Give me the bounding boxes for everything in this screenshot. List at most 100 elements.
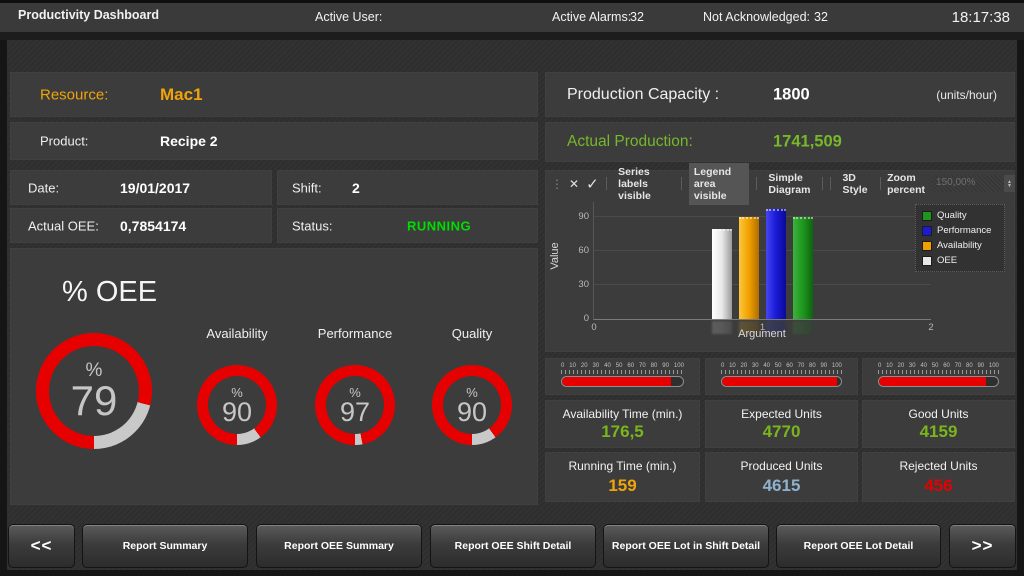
- zoom-percent-label: Zoom percent: [887, 171, 926, 196]
- tile-label: Availability Time (min.): [562, 407, 683, 421]
- gauge-tick-label: 60: [786, 363, 793, 369]
- tile-label: Rejected Units: [899, 459, 978, 473]
- gauge-tick-marks: [878, 370, 999, 374]
- legend-label: Quality: [937, 210, 967, 221]
- product-label: Product:: [40, 133, 89, 149]
- gauge-tick-label: 80: [809, 363, 816, 369]
- chart-legend: Quality Performance Availability OEE: [915, 204, 1005, 272]
- toolbar-separator: [605, 177, 607, 190]
- product-value: Recipe 2: [160, 133, 218, 149]
- tile-value: 456: [924, 476, 953, 495]
- close-icon[interactable]: ✕: [569, 177, 579, 191]
- gauge-tick-label: 60: [627, 363, 635, 369]
- gauge-tick-label: 90: [662, 363, 669, 369]
- active-alarms-value: 32: [630, 10, 644, 24]
- availability-donut-value: 90: [221, 396, 253, 427]
- production-label: Actual Production:: [567, 133, 693, 150]
- simple-diagram-toggle[interactable]: Simple Diagram: [763, 169, 815, 199]
- check-icon[interactable]: ✓: [586, 175, 599, 193]
- zoom-percent-control: 150,00% ▲ ▼: [932, 175, 1016, 192]
- gauge-tick-label: 50: [931, 363, 939, 369]
- clock: 18:17:38: [951, 9, 1010, 26]
- toolbar-separator: [822, 177, 823, 190]
- gauge-tick-label: 60: [943, 363, 950, 369]
- legend-swatch-icon: [922, 210, 932, 221]
- zoom-percent-input[interactable]: 150,00%: [932, 175, 1005, 192]
- tile-value: 176,5: [601, 422, 644, 441]
- gauge-scale-labels: 0 10 20 30 40 50 60 70 80 90 100: [561, 363, 684, 369]
- gauge-tick-label: 70: [954, 363, 962, 369]
- report-oee-lot-detail-button[interactable]: Report OEE Lot Detail: [776, 524, 941, 568]
- gridline: [594, 215, 931, 217]
- legend-swatch-icon: [922, 225, 932, 236]
- gauge-tick-label: 100: [831, 363, 842, 369]
- bar-performance: [766, 208, 786, 334]
- quality-gauge-label: Quality: [451, 326, 493, 341]
- gauge-tick-label: 70: [639, 363, 646, 369]
- date-panel: Date: 19/01/2017: [10, 170, 272, 205]
- tile-label: Good Units: [908, 407, 969, 421]
- legend-swatch-icon: [922, 240, 932, 251]
- bar-oee: [712, 229, 732, 334]
- gauge-tick-label: 90: [977, 363, 985, 369]
- chart-panel: ⋮ ✕ ✓ Series labels visible Legend area …: [545, 162, 1016, 352]
- page-next-button[interactable]: >>: [949, 524, 1016, 568]
- productivity-dashboard: Productivity Dashboard Active User: Acti…: [0, 0, 1024, 576]
- gauge-tick-label: 20: [580, 363, 588, 369]
- 3d-style-toggle[interactable]: 3D Style: [837, 169, 872, 199]
- toolbar-separator: [681, 177, 682, 190]
- not-acknowledged-value: 32: [814, 10, 828, 24]
- gauge-tick-label: 50: [774, 363, 782, 369]
- oee-donut-gauge: % 79: [36, 333, 152, 449]
- status-label: Status:: [292, 218, 333, 233]
- gauge-tick-marks: [721, 370, 842, 374]
- shift-label: Shift:: [292, 180, 322, 195]
- oee-donut-center: % 79: [49, 346, 139, 436]
- gauge-tick-label: 80: [966, 363, 973, 369]
- gauge-track: [721, 376, 842, 387]
- gridline: [594, 249, 931, 251]
- gauge-tick-label: 80: [650, 363, 658, 369]
- gauge-tick-label: 0: [878, 363, 882, 369]
- app-title: Productivity Dashboard: [18, 8, 159, 22]
- zoom-spinner[interactable]: ▲ ▼: [1004, 175, 1016, 192]
- gauge-tick-label: 30: [751, 363, 759, 369]
- gauge-tick-label: 70: [797, 363, 805, 369]
- gauge-tick-label: 40: [763, 363, 771, 369]
- actual-oee-value: 0,7854174: [120, 217, 187, 234]
- legend-swatch-icon: [922, 255, 932, 266]
- chart-toolbar: ⋮ ✕ ✓ Series labels visible Legend area …: [551, 162, 1016, 205]
- oee-donut-value: 79: [70, 377, 118, 424]
- actual-oee-panel: Actual OEE: 0,7854174: [10, 208, 272, 243]
- gauge-tick-label: 100: [988, 363, 999, 369]
- report-summary-button[interactable]: Report Summary: [82, 524, 248, 568]
- gauge-tick-label: 90: [820, 363, 828, 369]
- x-axis-title: Argument: [738, 328, 786, 340]
- report-oee-shift-detail-button[interactable]: Report OEE Shift Detail: [430, 524, 596, 568]
- production-value: 1741,509: [773, 132, 842, 151]
- page-previous-button[interactable]: <<: [8, 524, 75, 568]
- gauge-tick-label: 0: [561, 363, 565, 369]
- availability-gauge-label: Availability: [206, 326, 268, 341]
- legend-area-toggle[interactable]: Legend area visible: [688, 162, 749, 205]
- report-oee-lot-in-shift-detail-button[interactable]: Report OEE Lot in Shift Detail: [603, 524, 769, 568]
- gauge-tick-label: 10: [886, 363, 893, 369]
- not-acknowledged-label: Not Acknowledged:: [703, 10, 811, 24]
- date-label: Date:: [28, 180, 60, 195]
- drag-handle-icon[interactable]: ⋮: [551, 177, 563, 191]
- gauge-tick-label: 30: [592, 363, 600, 369]
- series-labels-toggle[interactable]: Series labels visible: [613, 163, 674, 205]
- tile-value: 159: [608, 476, 637, 495]
- performance-gauge-label: Performance: [317, 326, 393, 341]
- toolbar-separator: [879, 177, 881, 190]
- product-panel: Product: Recipe 2: [10, 122, 538, 160]
- gauge-fill: [562, 377, 671, 386]
- gauge-tick-label: 50: [615, 363, 623, 369]
- gauge-tick-label: 10: [569, 363, 576, 369]
- header-bar: Productivity Dashboard Active User: Acti…: [0, 0, 1024, 32]
- chart-plot[interactable]: 0 30 60 90 0 1 2: [578, 202, 934, 334]
- report-oee-summary-button[interactable]: Report OEE Summary: [256, 524, 422, 568]
- resource-value: Mac1: [160, 84, 203, 104]
- spin-down-icon[interactable]: ▼: [1007, 183, 1012, 188]
- bar-availability: [739, 216, 759, 334]
